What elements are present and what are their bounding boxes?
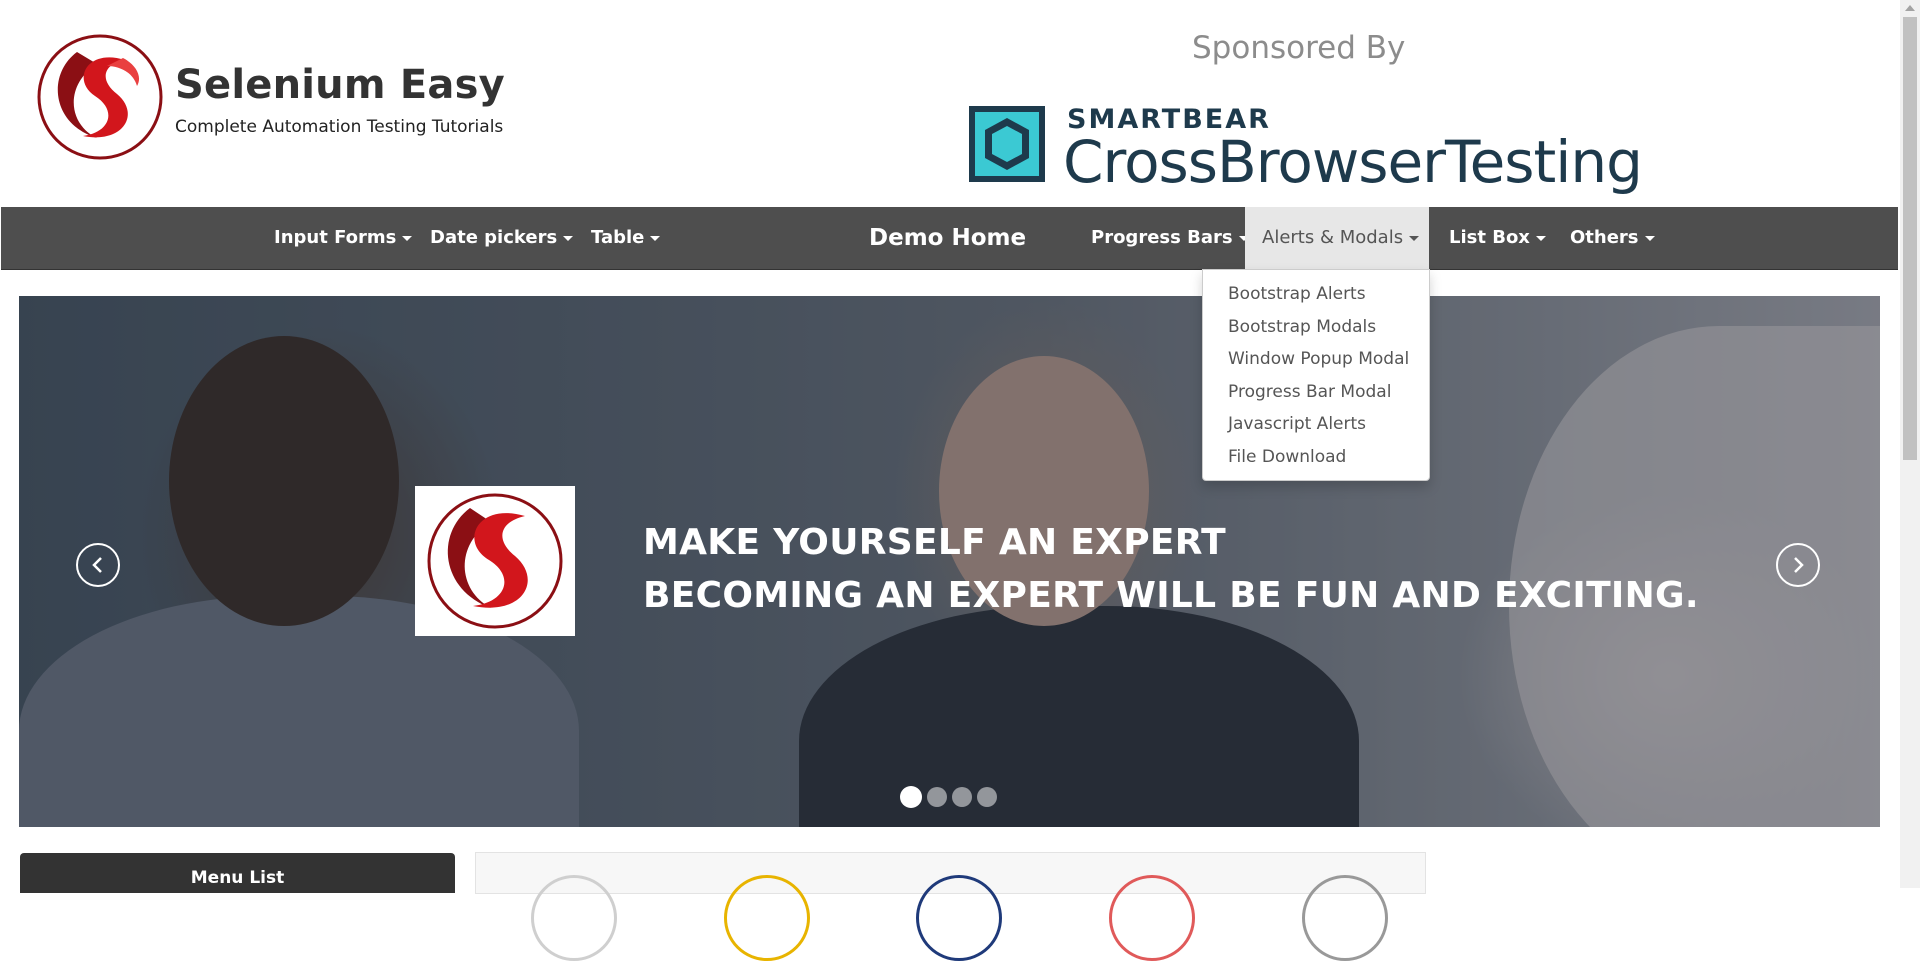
caret-down-icon (1535, 235, 1546, 241)
nav-list-box[interactable]: List Box (1449, 207, 1546, 269)
nav-input-forms-label: Input Forms (274, 227, 397, 248)
nav-table-label: Table (591, 227, 645, 248)
sponsored-by-label: Sponsored By (1192, 30, 1406, 66)
nav-table[interactable]: Table (591, 207, 661, 269)
dropdown-item-javascript-alerts[interactable]: Javascript Alerts (1203, 414, 1429, 434)
carousel-indicator-2[interactable] (927, 787, 947, 807)
scrollbar-thumb[interactable] (1903, 17, 1917, 460)
nav-list-box-label: List Box (1449, 227, 1530, 248)
caret-down-icon (1409, 235, 1420, 241)
nav-others-label: Others (1570, 227, 1639, 248)
site-logo[interactable] (37, 34, 163, 160)
carousel-prev-button[interactable] (76, 543, 120, 587)
caret-down-icon (650, 235, 661, 241)
main-navbar: Input Forms Date pickers Table Demo Home… (1, 207, 1898, 270)
carousel-caption-line1: MAKE YOURSELF AN EXPERT (643, 522, 1227, 563)
nav-date-pickers-label: Date pickers (430, 227, 558, 248)
nav-others[interactable]: Others (1570, 207, 1655, 269)
dropdown-item-bootstrap-alerts[interactable]: Bootstrap Alerts (1203, 284, 1429, 304)
nav-progress-bars-label: Progress Bars (1091, 227, 1233, 248)
nav-date-pickers[interactable]: Date pickers (430, 207, 574, 269)
nav-progress-bars[interactable]: Progress Bars (1091, 207, 1249, 269)
nav-alerts-modals-label: Alerts & Modals (1262, 227, 1404, 248)
carousel-indicator-4[interactable] (977, 787, 997, 807)
dropdown-item-bootstrap-modals[interactable]: Bootstrap Modals (1203, 317, 1429, 337)
scroll-up-arrow-icon[interactable] (1900, 0, 1920, 17)
sponsor-product[interactable]: CrossBrowserTesting (1063, 128, 1643, 196)
dropdown-item-progress-bar-modal[interactable]: Progress Bar Modal (1203, 382, 1429, 402)
caret-down-icon (402, 235, 413, 241)
carousel-indicator-3[interactable] (952, 787, 972, 807)
page-scrollbar[interactable] (1900, 0, 1920, 888)
dropdown-item-file-download[interactable]: File Download (1203, 447, 1429, 467)
menu-list-header: Menu List (20, 853, 455, 893)
carousel-caption: MAKE YOURSELF AN EXPERT BECOMING AN EXPE… (643, 516, 1699, 622)
carousel-next-button[interactable] (1776, 543, 1820, 587)
caret-down-icon (1644, 235, 1655, 241)
nav-input-forms[interactable]: Input Forms (274, 207, 413, 269)
carousel-indicator-1[interactable] (900, 786, 922, 808)
nav-alerts-modals[interactable]: Alerts & Modals (1245, 207, 1429, 269)
carousel-caption-line2: BECOMING AN EXPERT WILL BE FUN AND EXCIT… (643, 575, 1699, 616)
dropdown-item-window-popup-modal[interactable]: Window Popup Modal (1203, 349, 1429, 369)
site-title[interactable]: Selenium Easy (175, 62, 505, 108)
caret-down-icon (563, 235, 574, 241)
site-subtitle: Complete Automation Testing Tutorials (175, 117, 504, 137)
chevron-right-icon (1794, 557, 1804, 573)
hero-carousel: MAKE YOURSELF AN EXPERT BECOMING AN EXPE… (19, 296, 1880, 827)
alerts-modals-dropdown: Bootstrap Alerts Bootstrap Modals Window… (1202, 269, 1430, 481)
carousel-logo-icon (415, 486, 575, 636)
chevron-left-icon (92, 557, 102, 573)
nav-demo-home[interactable]: Demo Home (869, 207, 1026, 269)
